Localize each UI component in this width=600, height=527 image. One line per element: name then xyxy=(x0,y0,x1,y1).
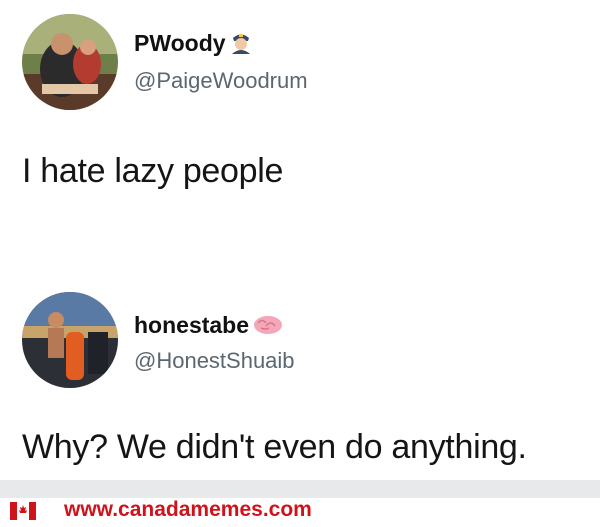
handle[interactable]: @HonestShuaib xyxy=(134,348,295,374)
display-name[interactable]: PWoody xyxy=(134,30,252,60)
police-officer-emoji-icon xyxy=(230,30,252,60)
watermark-footer: www.canadamemes.com xyxy=(0,480,600,527)
tweet-text: I hate lazy people xyxy=(22,152,284,190)
tweet-text: Why? We didn't even do anything. xyxy=(22,428,527,466)
canada-flag-icon xyxy=(10,502,36,520)
site-link[interactable]: www.canadamemes.com xyxy=(64,498,312,522)
brain-emoji-icon xyxy=(253,314,283,342)
handle[interactable]: @PaigeWoodrum xyxy=(134,68,308,94)
avatar-honestabe[interactable] xyxy=(22,292,118,388)
tweet-pwoody: PWoody @PaigeWoodrum I hate lazy people xyxy=(0,0,600,240)
avatar-pwoody[interactable] xyxy=(22,14,118,110)
tweet-honestabe: honestabe @HonestShuaib Why? We didn't e… xyxy=(0,270,600,480)
display-name[interactable]: honestabe xyxy=(134,312,283,342)
